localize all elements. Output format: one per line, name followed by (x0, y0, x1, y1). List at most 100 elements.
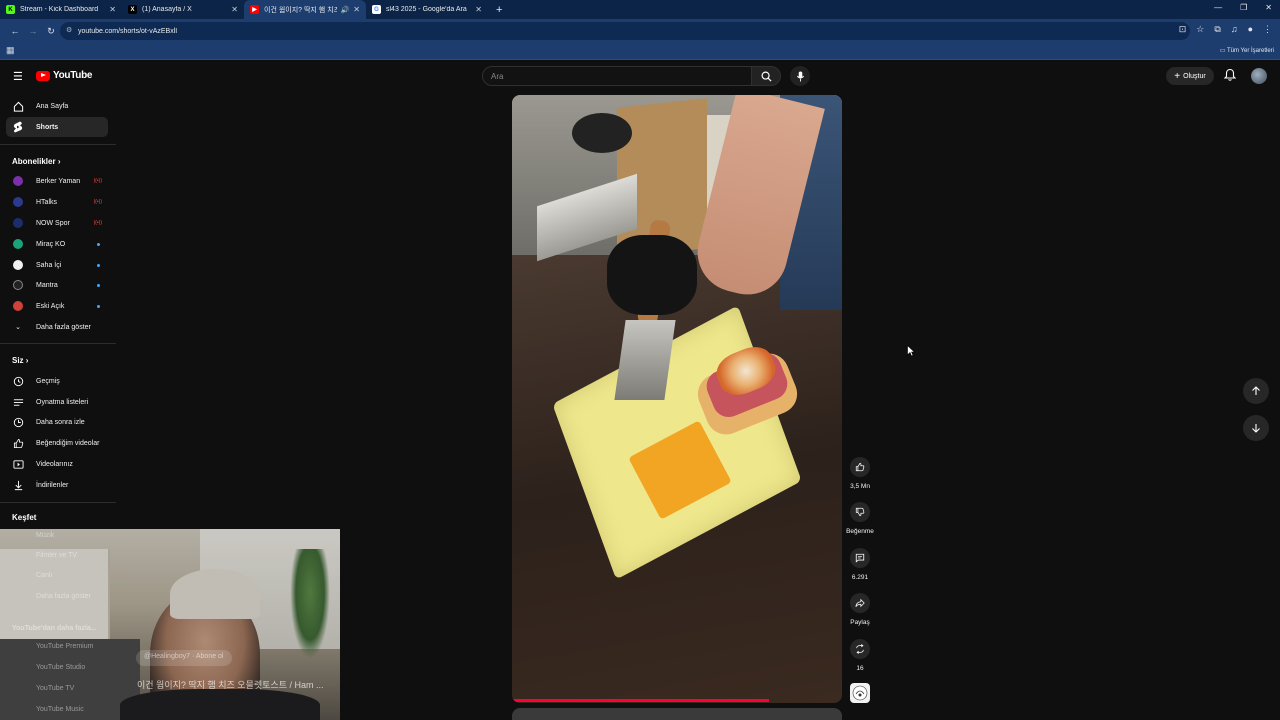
search-input[interactable]: Ara (482, 66, 752, 86)
chevron-right-icon: › (57, 157, 61, 166)
sidebar-item-studio-faded: YouTube Studio (36, 664, 86, 671)
sidebar-item-premium-faded: YouTube Premium (36, 643, 94, 650)
profile-icon[interactable]: ● (1248, 24, 1253, 35)
share-action[interactable]: Paylaş (846, 593, 874, 626)
new-content-dot (97, 305, 100, 308)
webcam-overlay: Müzik Filmler ve TV Canlı Daha fazla gös… (0, 529, 340, 720)
new-content-dot (97, 264, 100, 267)
channel-avatar (12, 175, 24, 187)
sidebar-item-playlists[interactable]: Oynatma listeleri (6, 392, 108, 412)
sidebar-channel-now-spor[interactable]: NOW Spor ((•)) (6, 213, 108, 233)
remix-action[interactable]: 16 (846, 639, 874, 672)
menu-icon[interactable]: ⋮ (1263, 24, 1272, 35)
youtube-logo[interactable]: YouTube (36, 70, 93, 81)
sidebar-channel-mantra[interactable]: Mantra (6, 275, 108, 295)
liked-icon (12, 437, 24, 449)
forward-icon[interactable]: → (24, 26, 42, 36)
sidebar-item-home[interactable]: Ana Sayfa (6, 96, 108, 116)
site-info-icon[interactable]: ⚙ (66, 26, 72, 34)
subscriptions-heading[interactable]: Abonelikler › (12, 157, 60, 166)
bookmark-star-icon[interactable]: ☆ (1196, 24, 1204, 35)
reload-icon[interactable]: ↻ (42, 26, 60, 37)
healing-boy-logo-icon (852, 685, 868, 701)
install-icon[interactable]: ⊡ (1179, 24, 1187, 35)
chevron-down-icon: ⌄ (15, 324, 21, 331)
remix-icon[interactable] (850, 639, 870, 659)
sidebar-item-history[interactable]: Geçmiş (6, 371, 108, 391)
search-icon (761, 71, 772, 82)
like-count: 3,5 Mn (850, 483, 870, 490)
close-tab-icon[interactable]: ✕ (231, 5, 238, 14)
sidebar-item-your-videos[interactable]: Videolarınız (6, 454, 108, 474)
youtube-header: ☰ YouTube Ara + Oluştur (0, 61, 1280, 91)
live-indicator-icon: ((•)) (93, 178, 102, 184)
youtube-play-icon (36, 70, 50, 81)
channel-avatar (12, 279, 24, 291)
channel-subscribe-chip[interactable]: @Healingboy7 · Abone ol (136, 650, 232, 666)
browser-tab-youtube[interactable]: ▶ 이건 웜이지? 딱지 햄 치즈 🔊 ✕ (244, 0, 366, 19)
apps-grid-icon[interactable]: ▦ (6, 45, 15, 56)
sidebar-channel-saha-ici[interactable]: Saha İçi (6, 255, 108, 275)
browser-tab-x[interactable]: X (1) Anasayfa / X ✕ (122, 0, 244, 19)
account-avatar[interactable] (1251, 68, 1267, 84)
sidebar-item-shorts[interactable]: Shorts (6, 117, 108, 137)
next-short-button[interactable] (1243, 415, 1269, 441)
history-icon (12, 375, 24, 387)
sidebar-show-more[interactable]: ⌄ Daha fazla göster (6, 317, 108, 337)
new-tab-icon[interactable]: + (496, 4, 502, 16)
back-icon[interactable]: ← (6, 26, 24, 36)
thumbs-up-icon[interactable] (850, 457, 870, 477)
close-tab-icon[interactable]: ✕ (109, 5, 116, 14)
search-button[interactable] (751, 66, 781, 86)
hamburger-menu-icon[interactable]: ☰ (13, 70, 23, 83)
arrow-up-icon (1252, 386, 1260, 395)
sidebar-item-downloads[interactable]: İndirilenler (6, 475, 108, 495)
sidebar-item-watch-later[interactable]: Daha sonra izle (6, 412, 108, 432)
media-icon[interactable]: ♫ (1231, 24, 1238, 35)
shorts-icon (12, 121, 24, 133)
browser-tab-kick[interactable]: K Stream - Kick Dashboard ✕ (0, 0, 122, 19)
restore-icon[interactable]: ❐ (1240, 3, 1247, 12)
channel-avatar (12, 196, 24, 208)
sidebar-channel-berker-yaman[interactable]: Berker Yaman ((•)) (6, 171, 108, 191)
previous-short-button[interactable] (1243, 378, 1269, 404)
kick-favicon-icon: K (6, 5, 15, 14)
you-heading[interactable]: Siz › (12, 356, 28, 365)
notifications-bell-icon[interactable] (1223, 68, 1237, 82)
live-indicator-icon: ((•)) (93, 220, 102, 226)
channel-thumbnail[interactable] (850, 683, 870, 703)
sidebar-channel-mirac-ko[interactable]: Miraç KO (6, 234, 108, 254)
all-bookmarks[interactable]: ▭ Tüm Yer İşaretleri (1220, 47, 1274, 54)
create-button[interactable]: + Oluştur (1166, 67, 1214, 85)
share-icon[interactable] (850, 593, 870, 613)
home-icon (12, 100, 24, 112)
dislike-label: Beğenme (846, 528, 874, 535)
sidebar-item-liked-videos[interactable]: Beğendiğim videolar (6, 433, 108, 453)
speaker-icon[interactable]: 🔊 (341, 6, 350, 14)
thumbs-down-icon[interactable] (850, 502, 870, 522)
sidebar-divider (0, 343, 116, 344)
extensions-icon[interactable]: ⧉ (1214, 24, 1220, 35)
comments-action[interactable]: 6.291 (846, 548, 874, 581)
close-tab-icon[interactable]: ✕ (475, 5, 482, 14)
live-indicator-icon: ((•)) (93, 199, 102, 205)
dislike-action[interactable]: Beğenme (846, 502, 874, 535)
shorts-video-player[interactable] (512, 95, 842, 703)
channel-avatar (12, 217, 24, 229)
your-videos-icon (12, 458, 24, 470)
close-window-icon[interactable]: ✕ (1265, 3, 1272, 12)
video-progress-bar[interactable] (512, 699, 770, 702)
mouse-cursor-icon (907, 345, 915, 357)
browser-tab-google[interactable]: G sl43 2025 - Google'da Ara ✕ (366, 0, 488, 19)
sidebar-channel-htalks[interactable]: HTalks ((•)) (6, 192, 108, 212)
x-favicon-icon: X (128, 5, 137, 14)
voice-search-button[interactable] (790, 66, 810, 86)
like-action[interactable]: 3,5 Mn (846, 457, 874, 490)
next-short-preview[interactable] (512, 708, 842, 720)
comment-icon[interactable] (850, 548, 870, 568)
address-bar[interactable]: ⚙ youtube.com/shorts/ot-vAzEBxlI (60, 22, 1190, 40)
sidebar-item-music-app-faded: YouTube Music (36, 706, 84, 713)
minimize-icon[interactable]: — (1214, 3, 1222, 12)
sidebar-channel-eski-acik[interactable]: Eski Açık (6, 296, 108, 316)
close-tab-icon[interactable]: ✕ (353, 5, 360, 14)
